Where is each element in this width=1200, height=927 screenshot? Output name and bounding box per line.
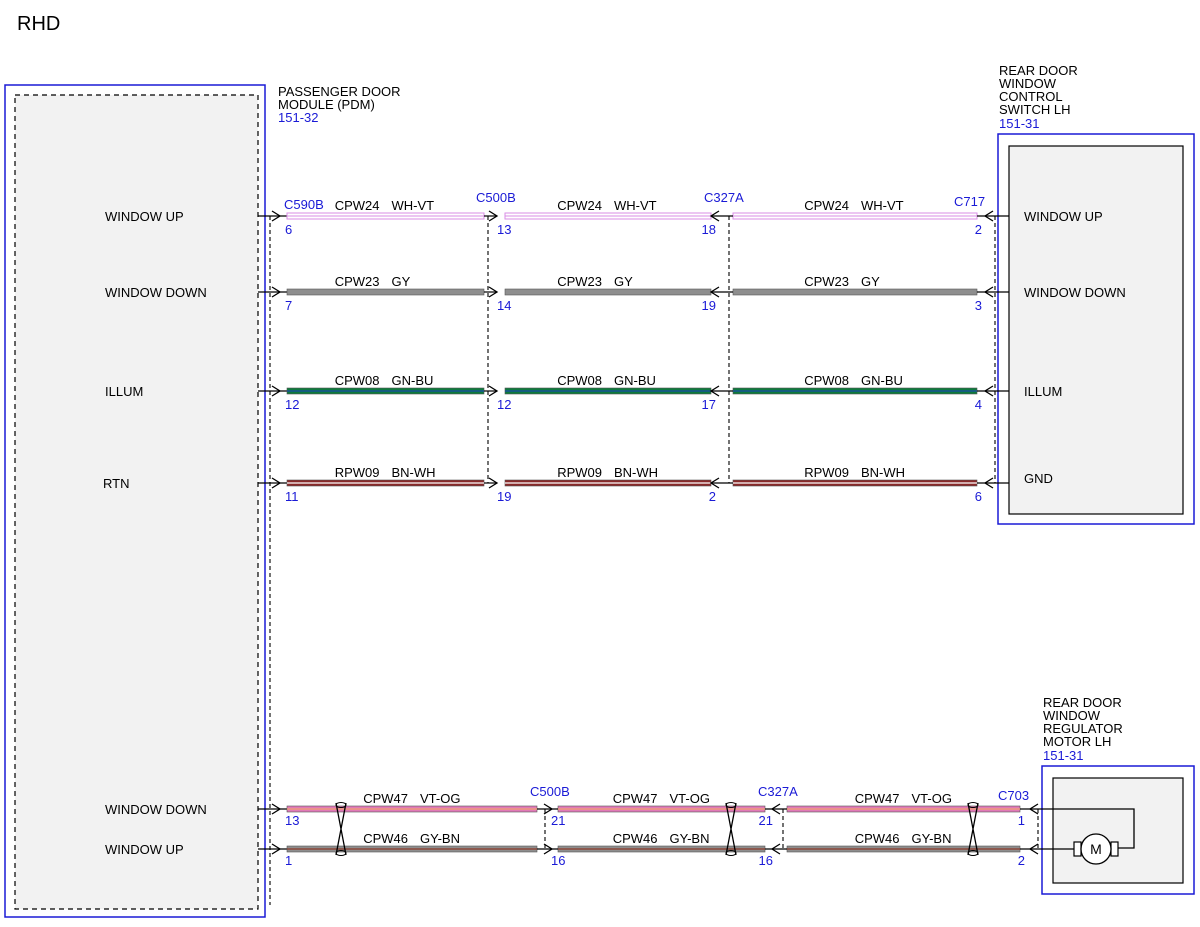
switch-ref: 151-31 — [999, 116, 1039, 131]
pin-c327a-CPW24: 18 — [702, 222, 716, 237]
pin-pdm-CPW46: 1 — [285, 853, 292, 868]
circuit-id-RPW09-seg1: RPW09 — [335, 465, 380, 480]
circuit-id-CPW08-seg2: CPW08 — [557, 373, 602, 388]
wire-CPW23-seg3 — [732, 288, 978, 296]
pin-c327a-CPW46: 16 — [759, 853, 773, 868]
pin-c500b-CPW46: 16 — [551, 853, 565, 868]
motor-symbol-label: M — [1090, 841, 1102, 857]
pin-c500b-RPW09: 19 — [497, 489, 511, 504]
circuit-color-CPW08-seg1: GN-BU — [392, 373, 434, 388]
pin-c327a-CPW23: 19 — [702, 298, 716, 313]
pdm-ref: 151-32 — [278, 110, 318, 125]
connector-c717: C717 — [954, 194, 985, 209]
pin-pdm-CPW24: 6 — [285, 222, 292, 237]
pin-pdm-CPW47: 13 — [285, 813, 299, 828]
connector-c327a-upper: C327A — [704, 190, 744, 205]
pdm-pin-CPW24: WINDOW UP — [105, 209, 184, 224]
pin-c703-CPW47: 1 — [1018, 813, 1025, 828]
circuit-color-CPW23-seg1: GY — [392, 274, 411, 289]
wire-CPW23-seg2 — [504, 288, 712, 296]
circuit-id-CPW47-seg3: CPW47 — [855, 791, 900, 806]
circuit-id-CPW46-seg1: CPW46 — [363, 831, 408, 846]
circuit-color-CPW47-seg3: VT-OG — [912, 791, 952, 806]
pin-c500b-CPW23: 14 — [497, 298, 511, 313]
switch-pin-RPW09: GND — [1024, 471, 1053, 486]
circuit-id-CPW23-seg1: CPW23 — [335, 274, 380, 289]
circuit-color-CPW24-seg2: WH-VT — [614, 198, 657, 213]
pin-c500b-CPW08: 12 — [497, 397, 511, 412]
circuit-color-RPW09-seg3: BN-WH — [861, 465, 905, 480]
switch-module-inner — [1008, 145, 1184, 515]
wiring-diagram: RHDPASSENGER DOORMODULE (PDM)151-32REAR … — [4, 13, 1195, 918]
pin-pdm-CPW23: 7 — [285, 298, 292, 313]
pdm-pin-CPW46: WINDOW UP — [105, 842, 184, 857]
pin-c327a-CPW47: 21 — [759, 813, 773, 828]
circuit-color-CPW23-seg3: GY — [861, 274, 880, 289]
pdm-pin-RPW09: RTN — [103, 476, 129, 491]
circuit-color-RPW09-seg2: BN-WH — [614, 465, 658, 480]
circuit-id-CPW08-seg1: CPW08 — [335, 373, 380, 388]
circuit-id-CPW46-seg3: CPW46 — [855, 831, 900, 846]
wire-CPW23-seg1 — [286, 288, 485, 296]
connector-c327a-lower: C327A — [758, 784, 798, 799]
pin-pdm-CPW08: 12 — [285, 397, 299, 412]
circuit-id-CPW23-seg2: CPW23 — [557, 274, 602, 289]
switch-pin-CPW23: WINDOW DOWN — [1024, 285, 1126, 300]
circuit-id-CPW24-seg2: CPW24 — [557, 198, 602, 213]
pin-c500b-CPW47: 21 — [551, 813, 565, 828]
motor-brush-right — [1110, 841, 1119, 857]
motor-module-inner — [1052, 777, 1184, 884]
page-label: RHD — [17, 13, 60, 35]
motor-name-line-4: MOTOR LH — [1043, 734, 1111, 749]
connector-c590b: C590B — [284, 197, 324, 212]
pdm-pin-CPW23: WINDOW DOWN — [105, 285, 207, 300]
circuit-id-CPW24-seg3: CPW24 — [804, 198, 849, 213]
circuit-id-RPW09-seg2: RPW09 — [557, 465, 602, 480]
pin-c717-CPW08: 4 — [975, 397, 982, 412]
circuit-color-CPW46-seg3: GY-BN — [912, 831, 952, 846]
circuit-id-CPW46-seg2: CPW46 — [613, 831, 658, 846]
pdm-pin-CPW47: WINDOW DOWN — [105, 802, 207, 817]
pin-c717-CPW24: 2 — [975, 222, 982, 237]
switch-name-line-4: SWITCH LH — [999, 102, 1071, 117]
connector-c500b-upper: C500B — [476, 190, 516, 205]
pin-c717-CPW23: 3 — [975, 298, 982, 313]
circuit-color-CPW47-seg2: VT-OG — [670, 791, 710, 806]
circuit-id-CPW23-seg3: CPW23 — [804, 274, 849, 289]
circuit-id-RPW09-seg3: RPW09 — [804, 465, 849, 480]
connector-c500b-lower: C500B — [530, 784, 570, 799]
pin-c327a-RPW09: 2 — [709, 489, 716, 504]
pin-c327a-CPW08: 17 — [702, 397, 716, 412]
circuit-color-CPW47-seg1: VT-OG — [420, 791, 460, 806]
circuit-color-CPW08-seg3: GN-BU — [861, 373, 903, 388]
circuit-id-CPW47-seg1: CPW47 — [363, 791, 408, 806]
circuit-color-CPW23-seg2: GY — [614, 274, 633, 289]
pin-c703-CPW46: 2 — [1018, 853, 1025, 868]
connector-c703: C703 — [998, 788, 1029, 803]
motor-ref: 151-31 — [1043, 748, 1083, 763]
motor-brush-left — [1073, 841, 1082, 857]
circuit-color-CPW24-seg3: WH-VT — [861, 198, 904, 213]
circuit-id-CPW24-seg1: CPW24 — [335, 198, 380, 213]
circuit-id-CPW08-seg3: CPW08 — [804, 373, 849, 388]
pin-c500b-CPW24: 13 — [497, 222, 511, 237]
switch-pin-CPW08: ILLUM — [1024, 384, 1062, 399]
switch-pin-CPW24: WINDOW UP — [1024, 209, 1103, 224]
pin-c717-RPW09: 6 — [975, 489, 982, 504]
circuit-id-CPW47-seg2: CPW47 — [613, 791, 658, 806]
circuit-color-CPW46-seg2: GY-BN — [670, 831, 710, 846]
circuit-color-RPW09-seg1: BN-WH — [392, 465, 436, 480]
pin-pdm-RPW09: 11 — [285, 489, 299, 504]
circuit-color-CPW46-seg1: GY-BN — [420, 831, 460, 846]
circuit-color-CPW24-seg1: WH-VT — [392, 198, 435, 213]
circuit-color-CPW08-seg2: GN-BU — [614, 373, 656, 388]
pdm-pin-CPW08: ILLUM — [105, 384, 143, 399]
